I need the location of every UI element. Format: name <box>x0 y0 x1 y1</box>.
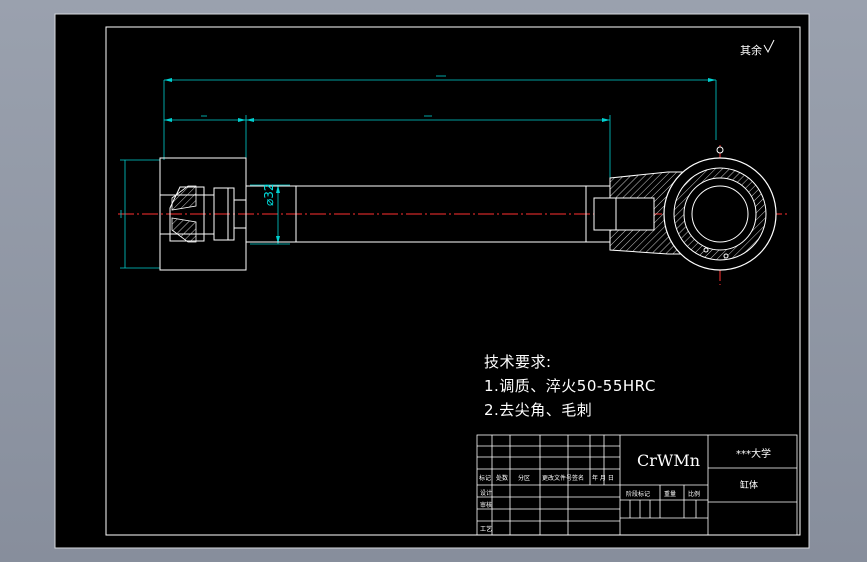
material-label: CrWMn <box>637 451 701 470</box>
tech-requirements-heading: 技术要求: <box>484 353 552 371</box>
tb-label-signature: 签名 <box>572 475 585 482</box>
tb-label-design: 设计 <box>480 490 493 497</box>
tech-requirement-item: 1.调质、淬火50-55HRC <box>484 377 656 395</box>
tb-label-process: 工艺 <box>480 526 493 533</box>
tb-label-scale: 比例 <box>688 491 701 498</box>
tb-label-date: 年 月 日 <box>592 475 614 482</box>
tb-label-stage: 阶段标记 <box>626 491 651 498</box>
tb-label-mark: 标记 <box>479 475 492 482</box>
rod-diameter-dimension: ⌀32 <box>262 183 276 207</box>
tb-label-weight: 重量 <box>664 491 677 498</box>
tb-label-review: 审核 <box>480 502 493 509</box>
roughness-note: 其余 <box>740 44 762 57</box>
drawing-canvas <box>54 13 810 549</box>
part-name: 缸体 <box>740 481 759 491</box>
tb-label-count: 处数 <box>496 475 509 482</box>
tb-label-zone: 分区 <box>518 475 531 482</box>
tb-label-change-doc: 更改文件号 <box>542 475 573 482</box>
tech-requirement-item: 2.去尖角、毛刺 <box>484 401 593 419</box>
school-name: ***大学 <box>736 449 771 460</box>
